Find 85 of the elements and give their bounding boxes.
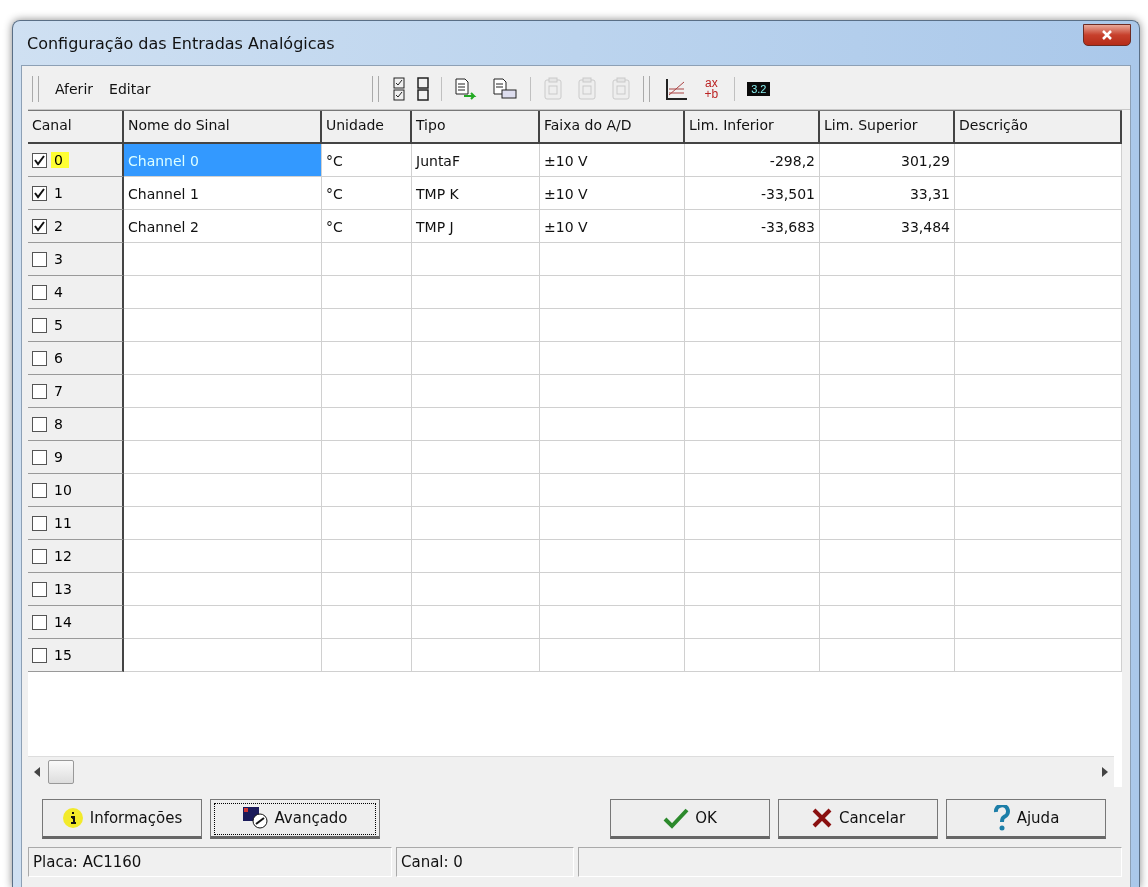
left-arrow-icon bbox=[34, 767, 40, 777]
checkbox[interactable] bbox=[32, 317, 47, 333]
window-title: Configuração das Entradas Analógicas bbox=[26, 33, 335, 53]
scroll-thumb[interactable] bbox=[48, 760, 74, 784]
channel-number: 5 bbox=[53, 317, 64, 333]
checkboxes-icon bbox=[393, 77, 406, 101]
checkbox[interactable] bbox=[32, 284, 47, 300]
channel-number: 13 bbox=[53, 581, 73, 597]
channel-number: 14 bbox=[53, 614, 73, 630]
channel-number: 3 bbox=[53, 251, 64, 267]
channel-number: 10 bbox=[53, 482, 73, 498]
dialog-button[interactable]: OK bbox=[610, 799, 770, 839]
toolbar-grip[interactable] bbox=[32, 76, 39, 102]
table-cell: TMP J bbox=[412, 210, 540, 243]
checkbox[interactable] bbox=[32, 647, 47, 663]
toolbar-grip[interactable] bbox=[643, 76, 651, 102]
checkbox[interactable] bbox=[32, 581, 47, 597]
column-header[interactable]: Lim. Inferior bbox=[685, 111, 820, 144]
column-header[interactable]: Tipo bbox=[412, 111, 540, 144]
formula-button[interactable]: ax +b bbox=[694, 76, 729, 102]
checkbox[interactable] bbox=[32, 449, 47, 465]
right-arrow-icon bbox=[1102, 767, 1108, 777]
table-cell: Channel 0 bbox=[124, 144, 322, 177]
table-cell: °C bbox=[322, 210, 412, 243]
menu-item[interactable]: Editar bbox=[101, 77, 159, 101]
table-cell: ±10 V bbox=[540, 144, 685, 177]
column-header[interactable]: Unidade bbox=[322, 111, 412, 144]
channel-number: 1 bbox=[53, 185, 64, 201]
checkbox[interactable] bbox=[32, 614, 47, 630]
table-cell: -33,683 bbox=[685, 210, 820, 243]
checkmark-icon bbox=[663, 807, 690, 829]
table-cell: Channel 1 bbox=[124, 177, 322, 210]
channel-number: 4 bbox=[53, 284, 64, 300]
question-icon bbox=[992, 805, 1011, 831]
channel-number: 15 bbox=[53, 647, 73, 663]
table-cell: 301,29 bbox=[820, 144, 955, 177]
table-cell: -298,2 bbox=[685, 144, 820, 177]
dialog-button[interactable]: Cancelar bbox=[778, 799, 938, 839]
empty-checkboxes-icon bbox=[417, 77, 430, 101]
document-field-icon bbox=[492, 77, 519, 101]
column-header[interactable]: Lim. Superior bbox=[820, 111, 955, 144]
close-icon bbox=[1101, 29, 1113, 41]
dialog-button[interactable]: Avançado bbox=[210, 799, 380, 839]
column-header[interactable]: Canal bbox=[28, 111, 124, 144]
info-icon bbox=[61, 807, 84, 829]
column-header[interactable]: Faixa do A/D bbox=[540, 111, 685, 144]
checkbox[interactable] bbox=[32, 185, 47, 201]
channel-number: 12 bbox=[53, 548, 73, 564]
checkbox[interactable] bbox=[32, 482, 47, 498]
checkbox[interactable] bbox=[32, 548, 47, 564]
channel-number: 8 bbox=[53, 416, 64, 432]
table-cell: 33,31 bbox=[820, 177, 955, 210]
channel-number: 11 bbox=[53, 515, 73, 531]
dialog-button[interactable]: Informações bbox=[42, 799, 202, 839]
graph-icon bbox=[664, 77, 689, 101]
channel-number: 2 bbox=[53, 218, 64, 234]
table-cell: 33,484 bbox=[820, 210, 955, 243]
table-cell: ±10 V bbox=[540, 210, 685, 243]
channel-number: 0 bbox=[51, 152, 69, 168]
table-cell: JuntaF bbox=[412, 144, 540, 177]
checkbox[interactable] bbox=[32, 383, 47, 399]
table-cell: ±10 V bbox=[540, 177, 685, 210]
checkbox[interactable] bbox=[32, 350, 47, 366]
table-cell: TMP K bbox=[412, 177, 540, 210]
column-header[interactable]: Nome do Sinal bbox=[124, 111, 322, 144]
channel-number: 9 bbox=[53, 449, 64, 465]
close-button[interactable] bbox=[1083, 24, 1131, 46]
toolbar-grip[interactable] bbox=[372, 76, 380, 102]
checkbox[interactable] bbox=[32, 515, 47, 531]
table-cell: Channel 2 bbox=[124, 210, 322, 243]
table-cell: °C bbox=[322, 144, 412, 177]
checkbox[interactable] bbox=[32, 251, 47, 267]
status-text: Placa: AC1160 bbox=[28, 847, 392, 877]
table-cell: °C bbox=[322, 177, 412, 210]
status-text: Canal: 0 bbox=[396, 847, 574, 877]
dialog-button[interactable]: Ajuda bbox=[946, 799, 1106, 839]
column-header[interactable]: Descrição bbox=[955, 111, 1122, 144]
channel-number: 7 bbox=[53, 383, 64, 399]
checkbox[interactable] bbox=[32, 218, 47, 234]
menu-item[interactable]: Aferir bbox=[47, 77, 102, 101]
channel-number: 6 bbox=[53, 350, 64, 366]
cross-icon bbox=[810, 807, 833, 829]
checkbox[interactable] bbox=[32, 152, 47, 168]
checkbox[interactable] bbox=[32, 416, 47, 432]
table-cell: -33,501 bbox=[685, 177, 820, 210]
